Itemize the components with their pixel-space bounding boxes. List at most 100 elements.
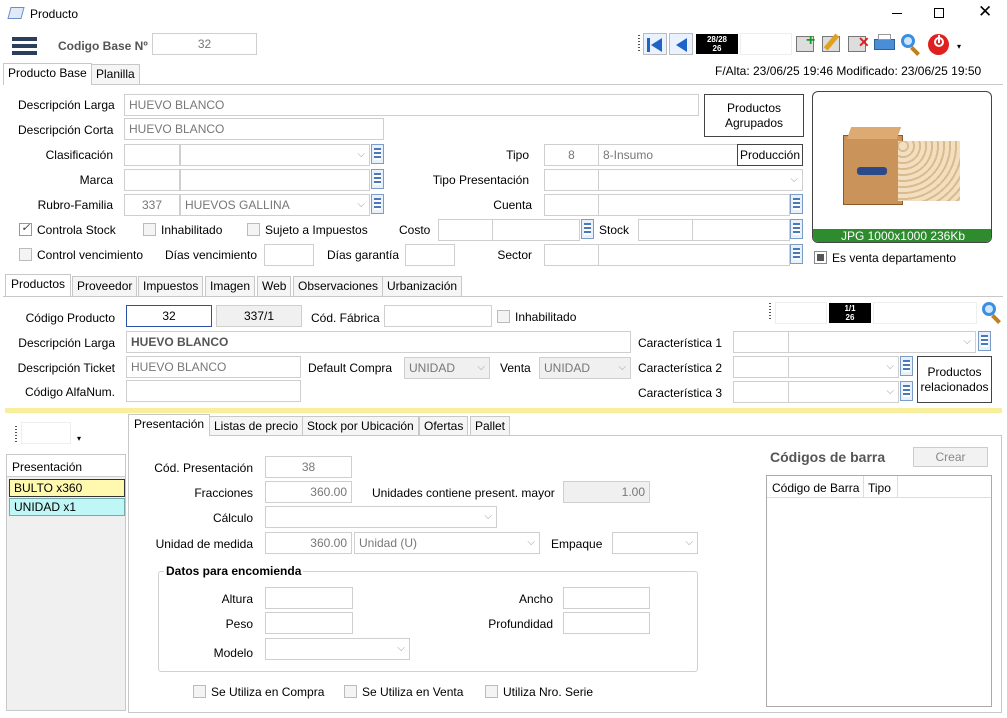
tab-observaciones[interactable]: Observaciones: [293, 276, 384, 296]
inhabilitado-checkbox[interactable]: Inhabilitado: [143, 223, 222, 237]
sector-code-input[interactable]: [544, 244, 599, 266]
caracteristica-1-code[interactable]: [733, 331, 789, 353]
new-record-button[interactable]: +: [794, 32, 818, 56]
unidad-medida-select[interactable]: Unidad (U) ⌵: [354, 532, 540, 554]
menu-icon[interactable]: [12, 37, 37, 55]
caracteristica-3-lookup-icon[interactable]: [900, 381, 913, 401]
col-tipo[interactable]: Tipo: [868, 481, 891, 495]
desc-larga-input[interactable]: HUEVO BLANCO: [124, 94, 699, 116]
producto-inhabilitado-checkbox[interactable]: Inhabilitado: [497, 310, 576, 324]
calculo-select[interactable]: ⌵: [265, 506, 497, 528]
dias-garantia-input[interactable]: [405, 244, 455, 266]
marca-lookup-icon[interactable]: [371, 169, 384, 189]
marca-code-input[interactable]: [124, 169, 180, 191]
codigo-producto-secondary[interactable]: 337/1: [216, 305, 302, 327]
tab-listas-precio[interactable]: Listas de precio: [209, 416, 304, 436]
caracteristica-2-code[interactable]: [733, 356, 789, 378]
controla-stock-checkbox[interactable]: Controla Stock: [19, 221, 116, 237]
clasificacion-lookup-icon[interactable]: [371, 144, 384, 164]
tipo-name-input[interactable]: 8-Insumo: [598, 144, 738, 166]
desc-corta-input[interactable]: HUEVO BLANCO: [124, 118, 384, 140]
first-record-button[interactable]: [643, 33, 667, 55]
empaque-select[interactable]: ⌵: [612, 532, 698, 554]
close-icon[interactable]: ✕: [978, 3, 992, 21]
edit-record-button[interactable]: [820, 32, 844, 56]
tab-pallet[interactable]: Pallet: [470, 416, 511, 436]
caracteristica-2-lookup-icon[interactable]: [900, 356, 913, 376]
caracteristica-2-select[interactable]: ⌵: [788, 356, 899, 378]
rubro-lookup-icon[interactable]: [371, 194, 384, 214]
codigo-alfanum-input[interactable]: [126, 380, 301, 402]
cuenta-name-input[interactable]: [598, 194, 790, 216]
col-codigo-barra[interactable]: Código de Barra: [772, 481, 862, 495]
peso-input[interactable]: [265, 612, 353, 634]
sujeto-impuestos-checkbox[interactable]: Sujeto a Impuestos: [247, 223, 368, 237]
tab-planilla[interactable]: Planilla: [91, 64, 140, 84]
codigo-producto-input[interactable]: 32: [126, 305, 212, 327]
minimize-icon[interactable]: [892, 13, 902, 14]
tab-urbanizacion[interactable]: Urbanización: [382, 276, 463, 296]
toolbar-overflow-icon[interactable]: ▾: [957, 42, 961, 51]
print-button[interactable]: [872, 32, 896, 56]
tab-web[interactable]: Web: [257, 276, 292, 296]
tab-producto-base[interactable]: Producto Base: [3, 63, 92, 85]
es-venta-departamento-checkbox[interactable]: Es venta departamento: [814, 251, 956, 265]
cuenta-code-input[interactable]: [544, 194, 599, 216]
list-toolbar-overflow-icon[interactable]: ▾: [77, 434, 81, 443]
tab-proveedor[interactable]: Proveedor: [72, 276, 138, 296]
caracteristica-1-select[interactable]: ⌵: [788, 331, 976, 353]
profundidad-input[interactable]: [563, 612, 650, 634]
dias-vencimiento-input[interactable]: [264, 244, 314, 266]
costo-lookup-icon[interactable]: [581, 219, 594, 239]
stock-lookup-icon[interactable]: [790, 219, 803, 239]
list-item-unidad[interactable]: UNIDAD x1: [9, 498, 125, 516]
product-search-button[interactable]: [979, 300, 1003, 324]
tab-productos[interactable]: Productos: [5, 274, 72, 296]
search-button[interactable]: [898, 32, 922, 56]
product-image-frame[interactable]: JPG 1000x1000 236Kb: [812, 91, 992, 243]
altura-input[interactable]: [265, 587, 353, 609]
prev-record-button[interactable]: [669, 33, 693, 55]
sector-name-input[interactable]: [598, 244, 790, 266]
clasificacion-select[interactable]: ⌵: [180, 144, 370, 166]
producto-desc-larga-input[interactable]: HUEVO BLANCO: [126, 331, 631, 353]
cod-fabrica-input[interactable]: [384, 305, 492, 327]
usa-venta-checkbox[interactable]: Se Utiliza en Venta: [344, 685, 463, 699]
sector-lookup-icon[interactable]: [790, 244, 803, 264]
rubro-code-input[interactable]: 337: [124, 194, 180, 216]
tab-impuestos[interactable]: Impuestos: [138, 276, 204, 296]
marca-name-input[interactable]: [180, 169, 370, 191]
ancho-input[interactable]: [563, 587, 650, 609]
produccion-button[interactable]: Producción: [737, 144, 803, 166]
tipo-presentacion-select[interactable]: ⌵: [598, 169, 803, 191]
crear-barcode-button[interactable]: Crear: [913, 447, 988, 467]
tipo-code-input[interactable]: 8: [544, 144, 599, 166]
maximize-icon[interactable]: [934, 8, 944, 18]
cuenta-lookup-icon[interactable]: [790, 194, 803, 214]
costo-code-input[interactable]: [438, 219, 493, 241]
nro-serie-checkbox[interactable]: Utiliza Nro. Serie: [485, 685, 593, 699]
stock-code-input[interactable]: [638, 219, 693, 241]
default-compra-select[interactable]: UNIDAD ⌵: [404, 357, 490, 379]
control-vencimiento-checkbox[interactable]: Control vencimiento: [19, 248, 143, 262]
delete-record-button[interactable]: ✕: [846, 32, 870, 56]
modelo-select[interactable]: ⌵: [265, 638, 410, 660]
exit-button[interactable]: [926, 32, 950, 56]
producto-desc-ticket-input[interactable]: HUEVO BLANCO: [126, 356, 301, 378]
tab-imagen[interactable]: Imagen: [205, 276, 256, 296]
costo-name-input[interactable]: [492, 219, 580, 241]
cod-presentacion-input[interactable]: 38: [265, 456, 352, 478]
fracciones-input[interactable]: 360.00: [265, 481, 352, 503]
codigo-base-input[interactable]: 32: [152, 33, 257, 55]
caracteristica-1-lookup-icon[interactable]: [978, 331, 991, 351]
tab-presentacion[interactable]: Presentación: [128, 414, 211, 436]
tab-stock-ubicacion[interactable]: Stock por Ubicación: [302, 416, 419, 436]
unidad-medida-input[interactable]: 360.00: [265, 532, 352, 554]
unidades-mayor-input[interactable]: 1.00: [563, 481, 650, 503]
venta-select[interactable]: UNIDAD ⌵: [539, 357, 631, 379]
usa-compra-checkbox[interactable]: Se Utiliza en Compra: [193, 685, 324, 699]
tipo-presentacion-code-input[interactable]: [544, 169, 599, 191]
clasificacion-code-input[interactable]: [124, 144, 180, 166]
list-item-bulto[interactable]: BULTO x360: [9, 479, 125, 497]
caracteristica-3-code[interactable]: [733, 381, 789, 403]
